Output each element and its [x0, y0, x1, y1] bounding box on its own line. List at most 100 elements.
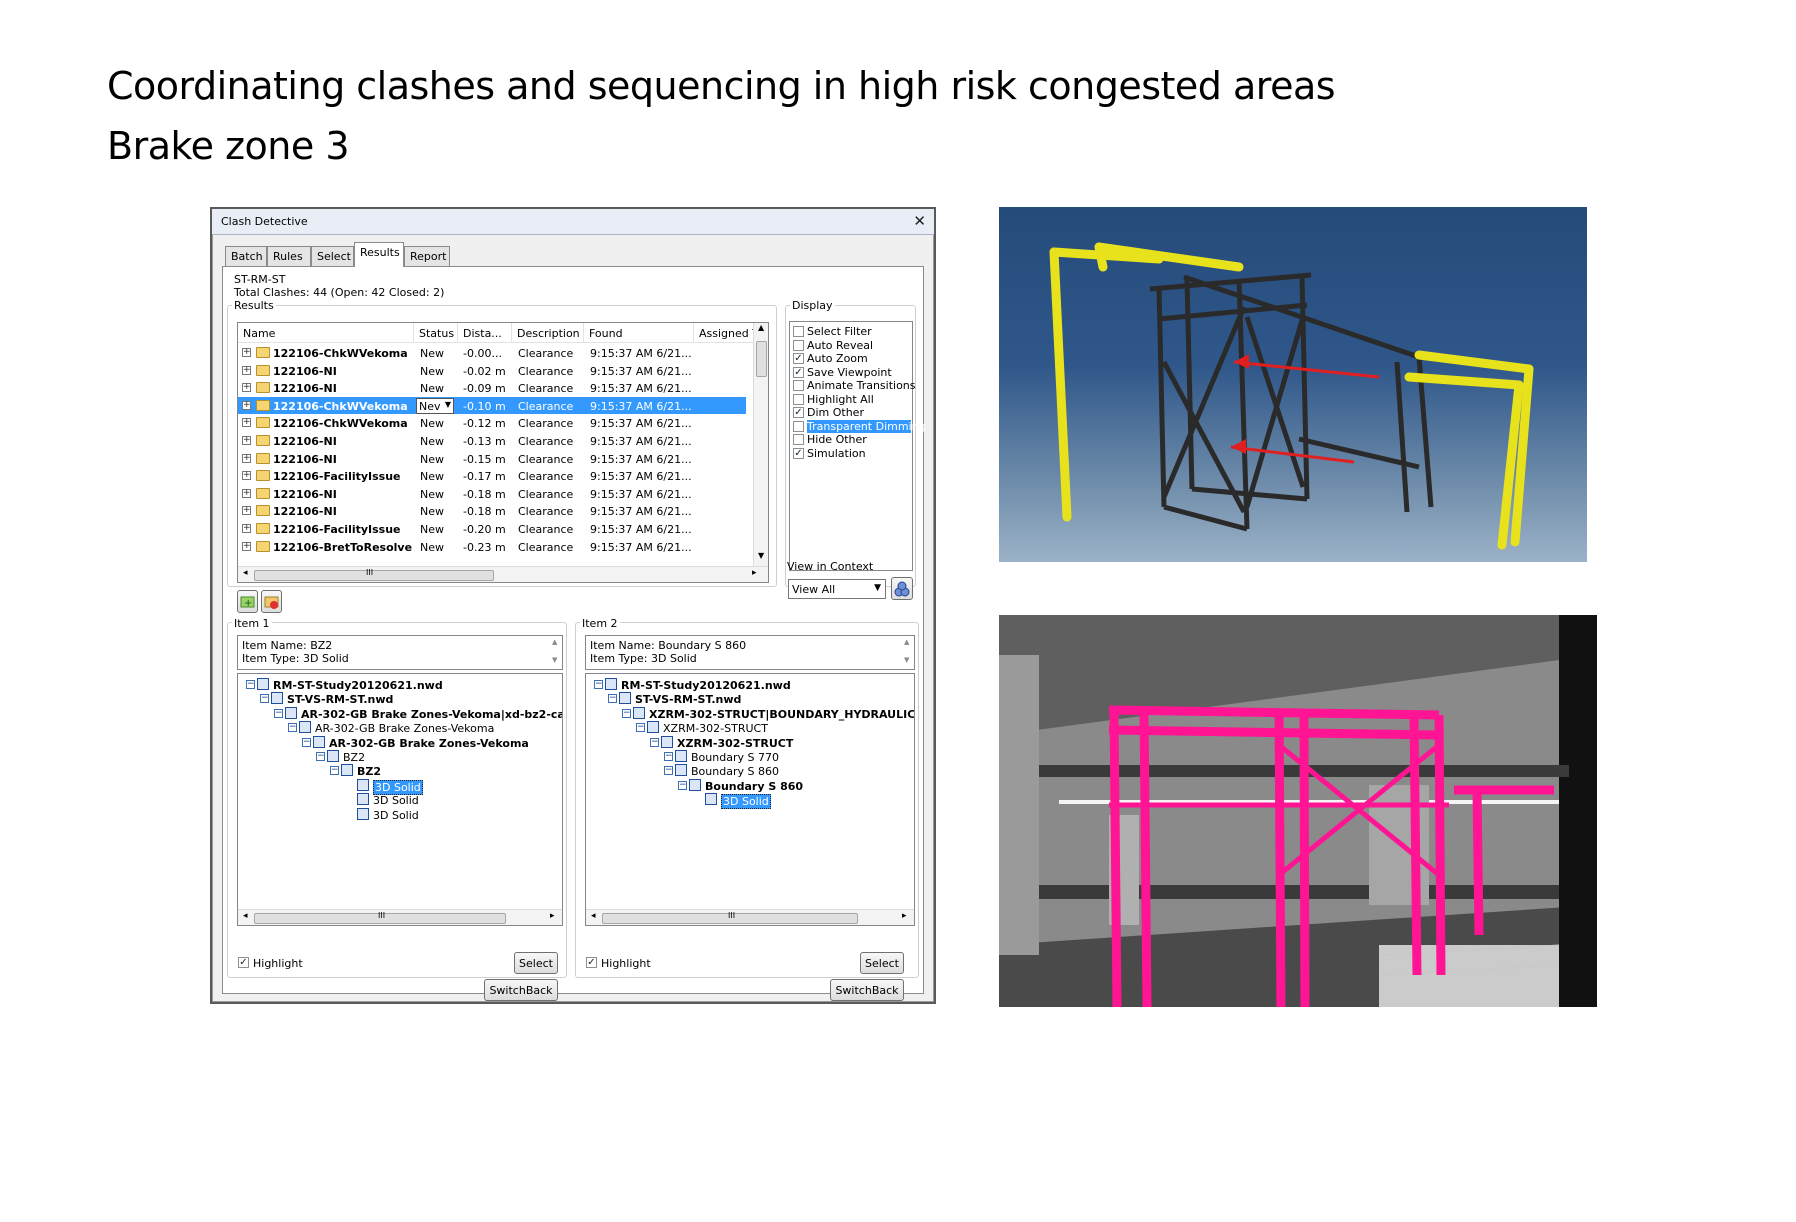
display-option-label[interactable]: Save Viewpoint [807, 366, 892, 379]
add-group-button[interactable]: + [237, 590, 258, 613]
collapse-icon[interactable]: − [288, 723, 297, 733]
tab-batch[interactable]: Batch [225, 246, 267, 266]
expand-icon[interactable]: + [242, 365, 251, 375]
collapse-icon[interactable]: − [664, 752, 673, 761]
result-row[interactable]: +122106-NI New -0.02 m Clearance 9:15:37 AM … [238, 362, 746, 380]
result-row[interactable]: +122106-NI New -0.18 m Clearance 9:15:37 AM … [238, 485, 746, 503]
view-context-button[interactable] [891, 577, 913, 600]
collapse-icon[interactable]: − [302, 737, 311, 747]
display-option-label[interactable]: Select Filter [807, 325, 872, 338]
col-distance[interactable]: Dista... [458, 323, 512, 343]
col-name[interactable]: Name [238, 323, 414, 343]
folder-delete-icon [264, 596, 279, 609]
display-option-checkbox[interactable]: ✓ [793, 447, 804, 459]
col-found[interactable]: Found [584, 323, 694, 343]
result-status: New [420, 347, 444, 360]
collapse-icon[interactable]: − [316, 752, 325, 761]
delete-group-button[interactable] [261, 590, 282, 613]
results-list[interactable]: Name Status Dista... Description Found A… [237, 322, 769, 583]
item1-select-button[interactable]: Select [514, 952, 558, 974]
display-option-label[interactable]: Auto Zoom [807, 352, 868, 365]
collapse-icon[interactable]: − [274, 708, 283, 718]
close-icon[interactable]: ✕ [913, 212, 926, 230]
tab-results[interactable]: Results [354, 242, 404, 267]
collapse-icon[interactable]: − [650, 737, 659, 747]
results-hscroll[interactable]: ◂ III ▸ [238, 566, 768, 582]
results-vscroll[interactable]: ▲ ▼ [753, 323, 768, 566]
item2-select-button[interactable]: Select [860, 952, 904, 974]
tree-node-label: XZRM-302-STRUCT|BOUNDARY_HYDRAULIC [649, 707, 915, 721]
tab-select[interactable]: Select [311, 246, 354, 266]
item2-switchback-button[interactable]: SwitchBack [830, 979, 904, 1001]
expand-icon[interactable]: + [242, 471, 251, 481]
result-description: Clearance [518, 523, 574, 536]
display-option-checkbox[interactable] [793, 326, 804, 337]
tree-hscroll[interactable]: ◂ III ▸ [586, 909, 914, 925]
tab-rules[interactable]: Rules [267, 246, 311, 266]
collapse-icon[interactable]: − [246, 680, 255, 689]
col-description[interactable]: Description [512, 323, 584, 343]
expand-icon[interactable]: + [242, 541, 251, 551]
expand-icon[interactable]: + [242, 400, 251, 410]
expand-icon[interactable]: + [242, 453, 251, 463]
display-option-checkbox[interactable] [793, 339, 804, 351]
display-option-label[interactable]: Auto Reveal [807, 339, 873, 352]
collapse-icon[interactable]: − [636, 723, 645, 733]
display-option-label[interactable]: Dim Other [807, 406, 864, 419]
display-option-checkbox[interactable]: ✓ [793, 407, 804, 418]
result-row[interactable]: +122106-ChkWVekoma New -0.00... Clearance 9:… [238, 344, 746, 362]
result-description: Clearance [518, 487, 574, 501]
collapse-icon[interactable]: − [622, 708, 631, 718]
expand-icon[interactable]: + [242, 348, 251, 357]
tab-report[interactable]: Report [404, 246, 450, 266]
result-row[interactable]: +122106-ChkWVekoma Nev ▼ -0.10 m Clearance 9:… [238, 396, 746, 415]
expand-icon[interactable]: + [242, 524, 251, 533]
result-row[interactable]: +122106-FacilityIssue New -0.17 m Clearance… [238, 467, 746, 485]
item1-tree[interactable]: − RM-ST-Study20120621.nwd − ST-VS-RM-ST.nwd… [237, 673, 563, 926]
collapse-icon[interactable]: − [260, 694, 269, 704]
tree-hscroll[interactable]: ◂ III ▸ [238, 909, 562, 925]
expand-icon[interactable]: + [242, 488, 251, 498]
result-row[interactable]: +122106-BretToResolve New -0.23 m Clearance… [238, 538, 746, 556]
item2-tree[interactable]: − RM-ST-Study20120621.nwd − ST-VS-RM-ST.nwd… [585, 673, 915, 926]
result-row[interactable]: +122106-NI New -0.13 m Clearance 9:15:37 AM … [238, 432, 746, 450]
item1-highlight-checkbox[interactable]: ✓ [238, 957, 249, 968]
item1-switchback-button[interactable]: SwitchBack [484, 979, 558, 1001]
display-option-label[interactable]: Simulation [807, 447, 866, 460]
display-option-checkbox[interactable] [793, 393, 804, 405]
result-row[interactable]: +122106-NI New -0.09 m Clearance 9:15:37 AM … [238, 379, 746, 397]
col-assigned[interactable]: Assigned T [694, 323, 759, 343]
display-option-label[interactable]: Hide Other [807, 433, 867, 446]
display-options-list[interactable]: Select Filter Auto Reveal ✓ Auto Zoom ✓ Save … [789, 321, 926, 571]
expand-icon[interactable]: + [242, 383, 251, 393]
dialog-titlebar[interactable]: Clash Detective ✕ [212, 209, 934, 235]
collapse-icon[interactable]: − [330, 766, 339, 776]
model-icon [619, 692, 631, 705]
result-found: 9:15:37 AM 6/21... [590, 505, 692, 519]
display-option-label[interactable]: Transparent Dimming [807, 419, 926, 433]
result-name: 122106-NI [273, 435, 337, 448]
expand-icon[interactable]: + [242, 436, 251, 445]
status-dropdown[interactable]: Nev ▼ [416, 397, 454, 414]
display-option-checkbox[interactable] [793, 420, 804, 432]
model-icon [341, 764, 353, 777]
collapse-icon[interactable]: − [664, 766, 673, 776]
view-in-context-select[interactable]: View All ▼ [788, 579, 886, 599]
expand-icon[interactable]: + [242, 418, 251, 428]
result-row[interactable]: +122106-ChkWVekoma New -0.12 m Clearance 9:1… [238, 414, 746, 432]
result-row[interactable]: +122106-FacilityIssue New -0.20 m Clearance… [238, 520, 746, 538]
col-status[interactable]: Status [414, 323, 458, 343]
result-row[interactable]: +122106-NI New -0.18 m Clearance 9:15:37 AM … [238, 502, 746, 520]
collapse-icon[interactable]: − [594, 680, 603, 689]
display-option-checkbox[interactable]: ✓ [793, 353, 804, 364]
expand-icon[interactable]: + [242, 506, 251, 516]
result-row[interactable]: +122106-NI New -0.15 m Clearance 9:15:37 AM … [238, 450, 746, 468]
display-option-checkbox[interactable] [793, 380, 804, 391]
display-option-checkbox[interactable] [793, 434, 804, 445]
display-option-label[interactable]: Animate Transitions [807, 379, 916, 392]
collapse-icon[interactable]: − [678, 780, 687, 790]
collapse-icon[interactable]: − [608, 694, 617, 704]
display-option-checkbox[interactable]: ✓ [793, 366, 804, 378]
item2-highlight-checkbox[interactable]: ✓ [586, 957, 597, 968]
display-option-label[interactable]: Highlight All [807, 393, 874, 406]
